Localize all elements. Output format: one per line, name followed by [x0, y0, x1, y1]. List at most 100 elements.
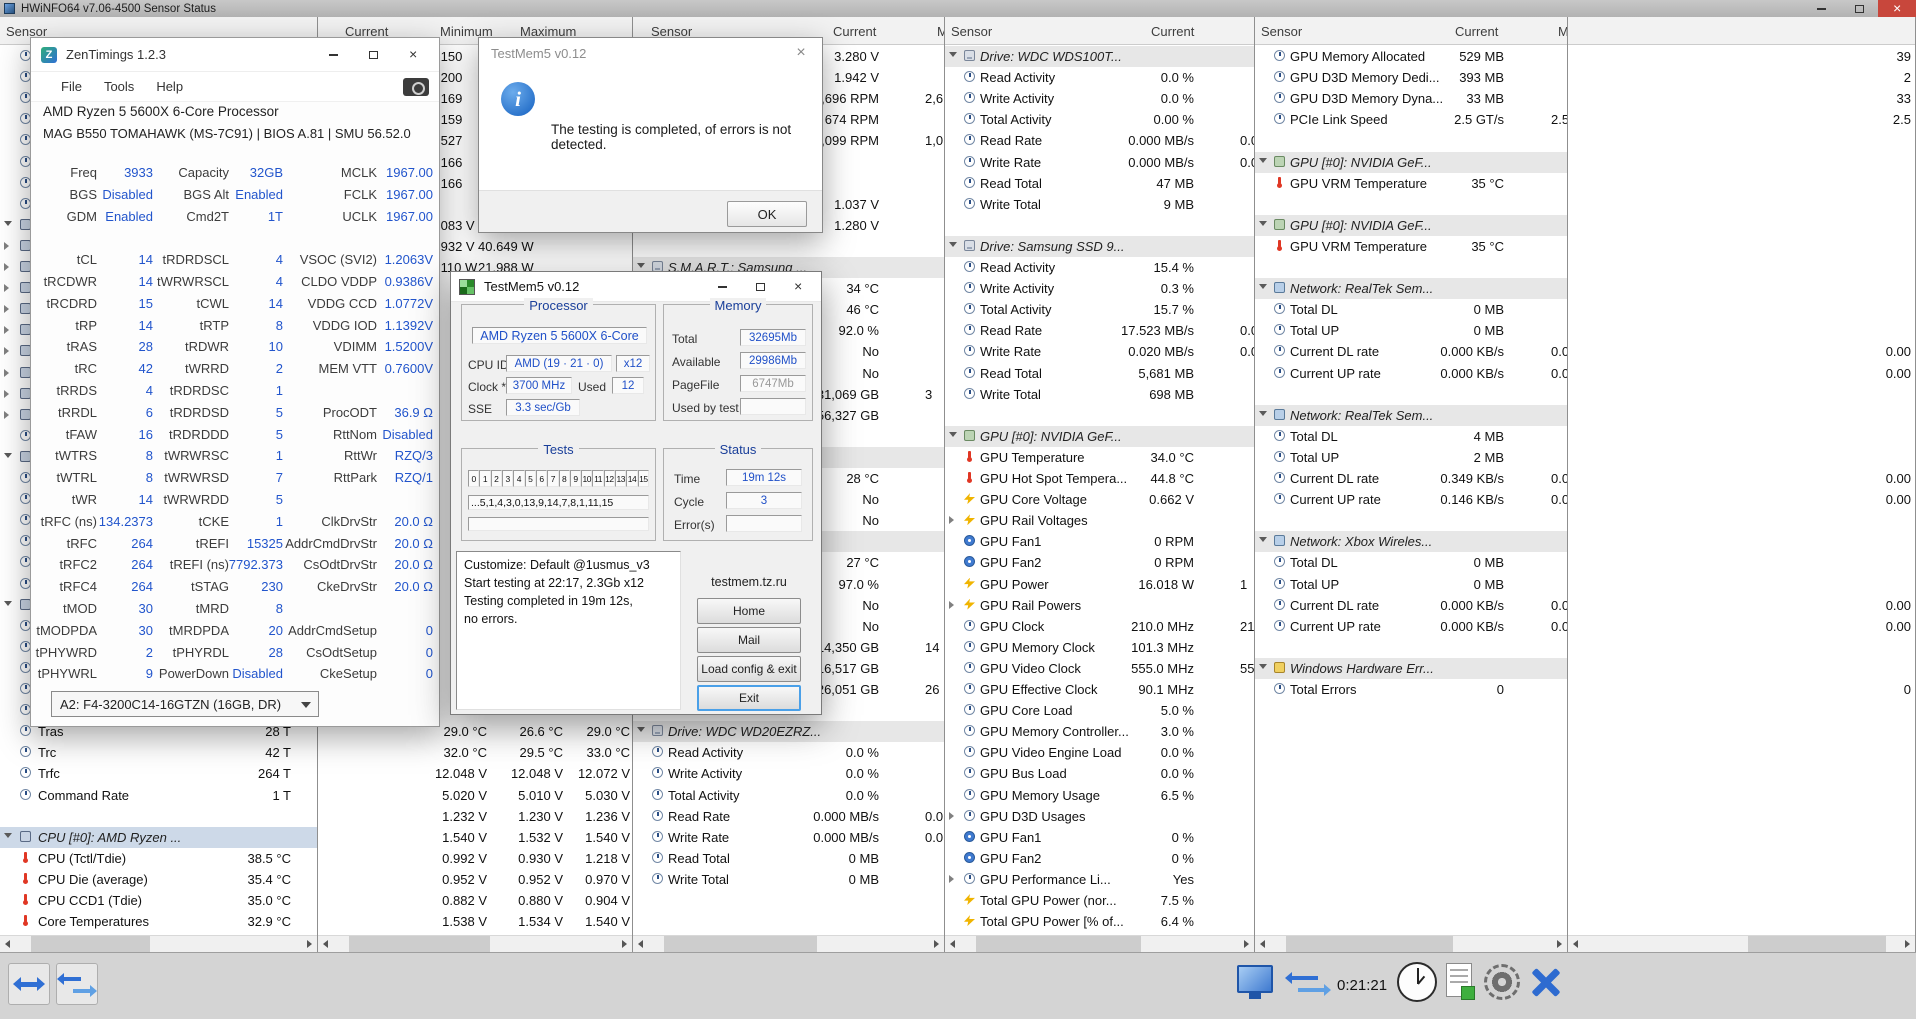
sensor-row[interactable]: GPU Effective Clock90.1 MHz	[945, 679, 1254, 700]
sync-arrows-icon[interactable]	[1290, 963, 1326, 999]
expand-chevron-icon[interactable]	[4, 263, 9, 271]
scrollbar-left-arrow[interactable]	[633, 936, 650, 952]
sensor-row[interactable]: Read Total0 MB	[633, 848, 944, 869]
sensor-row[interactable]: Read Rate17.523 MB/s0.0	[945, 320, 1254, 341]
test-number-cell[interactable]: 2	[491, 470, 502, 487]
sensor-row[interactable]: GPU Hot Spot Tempera...44.8 °C	[945, 468, 1254, 489]
sensor-row[interactable]: GPU Clock210.0 MHz21	[945, 616, 1254, 637]
clock-icon[interactable]	[1397, 962, 1437, 1002]
log-textbox[interactable]: Customize: Default @1usmus_v3Start testi…	[456, 551, 681, 710]
sensor-row[interactable]: Write Activity0.0 %	[945, 88, 1254, 109]
sensor-row[interactable]: GPU D3D Memory Dedi...393 MB	[1255, 67, 1567, 88]
sensor-row[interactable]: Core Temperatures32.9 °C	[0, 911, 317, 932]
scrollbar-right-arrow[interactable]	[300, 936, 317, 952]
sensor-section-row[interactable]: Network: Xbox Wireles...	[1255, 531, 1567, 552]
close-button[interactable]	[1878, 0, 1916, 17]
test-number-cell[interactable]: 7	[547, 470, 558, 487]
collapse-chevron-icon[interactable]	[949, 242, 957, 247]
home-button[interactable]: Home	[697, 598, 801, 624]
expand-chevron-icon[interactable]	[4, 326, 9, 334]
ram-slot-dropdown[interactable]: A2: F4-3200C14-16GTZN (16GB, DR)	[51, 691, 319, 717]
collapse-chevron-icon[interactable]	[1259, 221, 1267, 226]
sensor-row[interactable]: Read Activity0.0 %	[633, 742, 944, 763]
sensor-row[interactable]: 0.882 V0.880 V0.904 V	[318, 890, 632, 911]
sensor-section-row[interactable]: GPU [#0]: NVIDIA GeF...	[1255, 152, 1567, 173]
sensor-row[interactable]: GPU VRM Temperature35 °C	[1255, 173, 1567, 194]
sensor-row[interactable]: Write Total698 MB	[945, 384, 1254, 405]
horizontal-scrollbar[interactable]	[1568, 935, 1915, 952]
sensor-row[interactable]: Write Activity0.0 %	[633, 763, 944, 784]
expand-chevron-icon[interactable]	[4, 369, 9, 377]
sensor-row[interactable]: 0.952 V0.952 V0.970 V	[318, 869, 632, 890]
scrollbar-right-arrow[interactable]	[1898, 936, 1915, 952]
sensor-row[interactable]: GPU Bus Load0.0 %	[945, 763, 1254, 784]
collapse-chevron-icon[interactable]	[1259, 284, 1267, 289]
sensor-row[interactable]: GPU Memory Allocated529 MB	[1255, 46, 1567, 67]
sensor-row[interactable]: CPU (Tctl/Tdie)38.5 °C	[0, 848, 317, 869]
sensor-section-row[interactable]: Network: RealTek Sem...	[1255, 405, 1567, 426]
menu-item-file[interactable]: File	[61, 79, 82, 94]
sensor-row[interactable]: GPU Core Load5.0 %	[945, 700, 1254, 721]
sensor-section-row[interactable]: Windows Hardware Err...	[1255, 658, 1567, 679]
sensor-row[interactable]: Trc42 T	[0, 742, 317, 763]
test-number-cell[interactable]: 8	[559, 470, 570, 487]
scrollbar-left-arrow[interactable]	[1255, 936, 1272, 952]
sensor-row[interactable]: Write Total0 MB	[633, 869, 944, 890]
test-number-cell[interactable]: 12	[604, 470, 615, 487]
mail-button[interactable]: Mail	[697, 627, 801, 653]
sensor-row[interactable]: Trfc264 T	[0, 763, 317, 784]
collapse-chevron-icon[interactable]	[1259, 537, 1267, 542]
scrollbar-thumb[interactable]	[349, 936, 490, 952]
expand-chevron-icon[interactable]	[4, 242, 9, 250]
expand-chevron-icon[interactable]	[949, 875, 954, 883]
expand-chevron-icon[interactable]	[4, 347, 9, 355]
scrollbar-thumb[interactable]	[664, 936, 817, 952]
sensor-row[interactable]: Current DL rate0.000 KB/s0.00	[1255, 595, 1567, 616]
collapse-chevron-icon[interactable]	[949, 432, 957, 437]
sensor-section-row[interactable]: Drive: Samsung SSD 9...	[945, 236, 1254, 257]
test-number-cell[interactable]: 11	[592, 470, 603, 487]
sensor-row[interactable]: GPU Power16.018 W1	[945, 574, 1254, 595]
exit-button[interactable]: Exit	[697, 685, 801, 711]
sensor-row[interactable]: Total DL4 MB	[1255, 426, 1567, 447]
sensor-row[interactable]: Write Rate0.020 MB/s0.0	[945, 341, 1254, 362]
sensor-row[interactable]: GPU Memory Clock101.3 MHz	[945, 637, 1254, 658]
sensor-row[interactable]: Write Activity0.3 %	[945, 278, 1254, 299]
jump-arrows-button[interactable]	[8, 963, 50, 1005]
collapse-chevron-icon[interactable]	[4, 601, 12, 606]
sensor-row[interactable]: Total UP2 MB	[1255, 447, 1567, 468]
close-sensors-icon[interactable]	[1528, 964, 1564, 1000]
sensor-row[interactable]: 1.538 V1.534 V1.540 V	[318, 911, 632, 932]
sensor-row[interactable]: GPU Memory Controller...3.0 %	[945, 721, 1254, 742]
test-number-cell[interactable]: 14	[626, 470, 637, 487]
collapse-chevron-icon[interactable]	[637, 727, 645, 732]
expand-chevron-icon[interactable]	[4, 305, 9, 313]
sensor-section-row[interactable]: GPU [#0]: NVIDIA GeF...	[945, 426, 1254, 447]
scrollbar-left-arrow[interactable]	[0, 936, 17, 952]
sensor-row[interactable]: Write Rate0.000 MB/s0.0	[945, 152, 1254, 173]
scrollbar-right-arrow[interactable]	[1237, 936, 1254, 952]
sensor-row[interactable]: Current DL rate0.000 KB/s0.00	[1255, 341, 1567, 362]
scrollbar-right-arrow[interactable]	[615, 936, 632, 952]
sensor-row[interactable]: GPU Memory Usage6.5 %	[945, 785, 1254, 806]
sensor-row[interactable]: GPU Fan10 RPM	[945, 531, 1254, 552]
test-number-cell[interactable]: 1	[479, 470, 490, 487]
sensor-row[interactable]: Total DL0 MB	[1255, 552, 1567, 573]
sensor-row[interactable]: GPU Fan10 %	[945, 827, 1254, 848]
sensor-row[interactable]: Read Activity15.4 %	[945, 257, 1254, 278]
sensor-row[interactable]: Total Activity0.0 %	[633, 785, 944, 806]
sensor-row[interactable]: 32.0 °C29.5 °C33.0 °C	[318, 742, 632, 763]
scrollbar-thumb[interactable]	[1748, 936, 1886, 952]
horizontal-scrollbar[interactable]	[318, 935, 632, 952]
expand-chevron-icon[interactable]	[949, 812, 954, 820]
sensor-row[interactable]: Read Total5,681 MB	[945, 363, 1254, 384]
sensor-row[interactable]: Total GPU Power [% of...6.4 %	[945, 911, 1254, 932]
sensor-row[interactable]: GPU D3D Usages	[945, 806, 1254, 827]
sensor-row[interactable]: Command Rate1 T	[0, 785, 317, 806]
collapse-chevron-icon[interactable]	[4, 453, 12, 458]
settings-gear-icon[interactable]	[1484, 964, 1520, 1000]
load-config-exit-button[interactable]: Load config & exit	[697, 656, 801, 682]
sensor-row[interactable]: GPU Temperature34.0 °C	[945, 447, 1254, 468]
report-icon[interactable]	[1446, 963, 1472, 997]
sensor-row[interactable]: Current UP rate0.000 KB/s0.00	[1255, 616, 1567, 637]
